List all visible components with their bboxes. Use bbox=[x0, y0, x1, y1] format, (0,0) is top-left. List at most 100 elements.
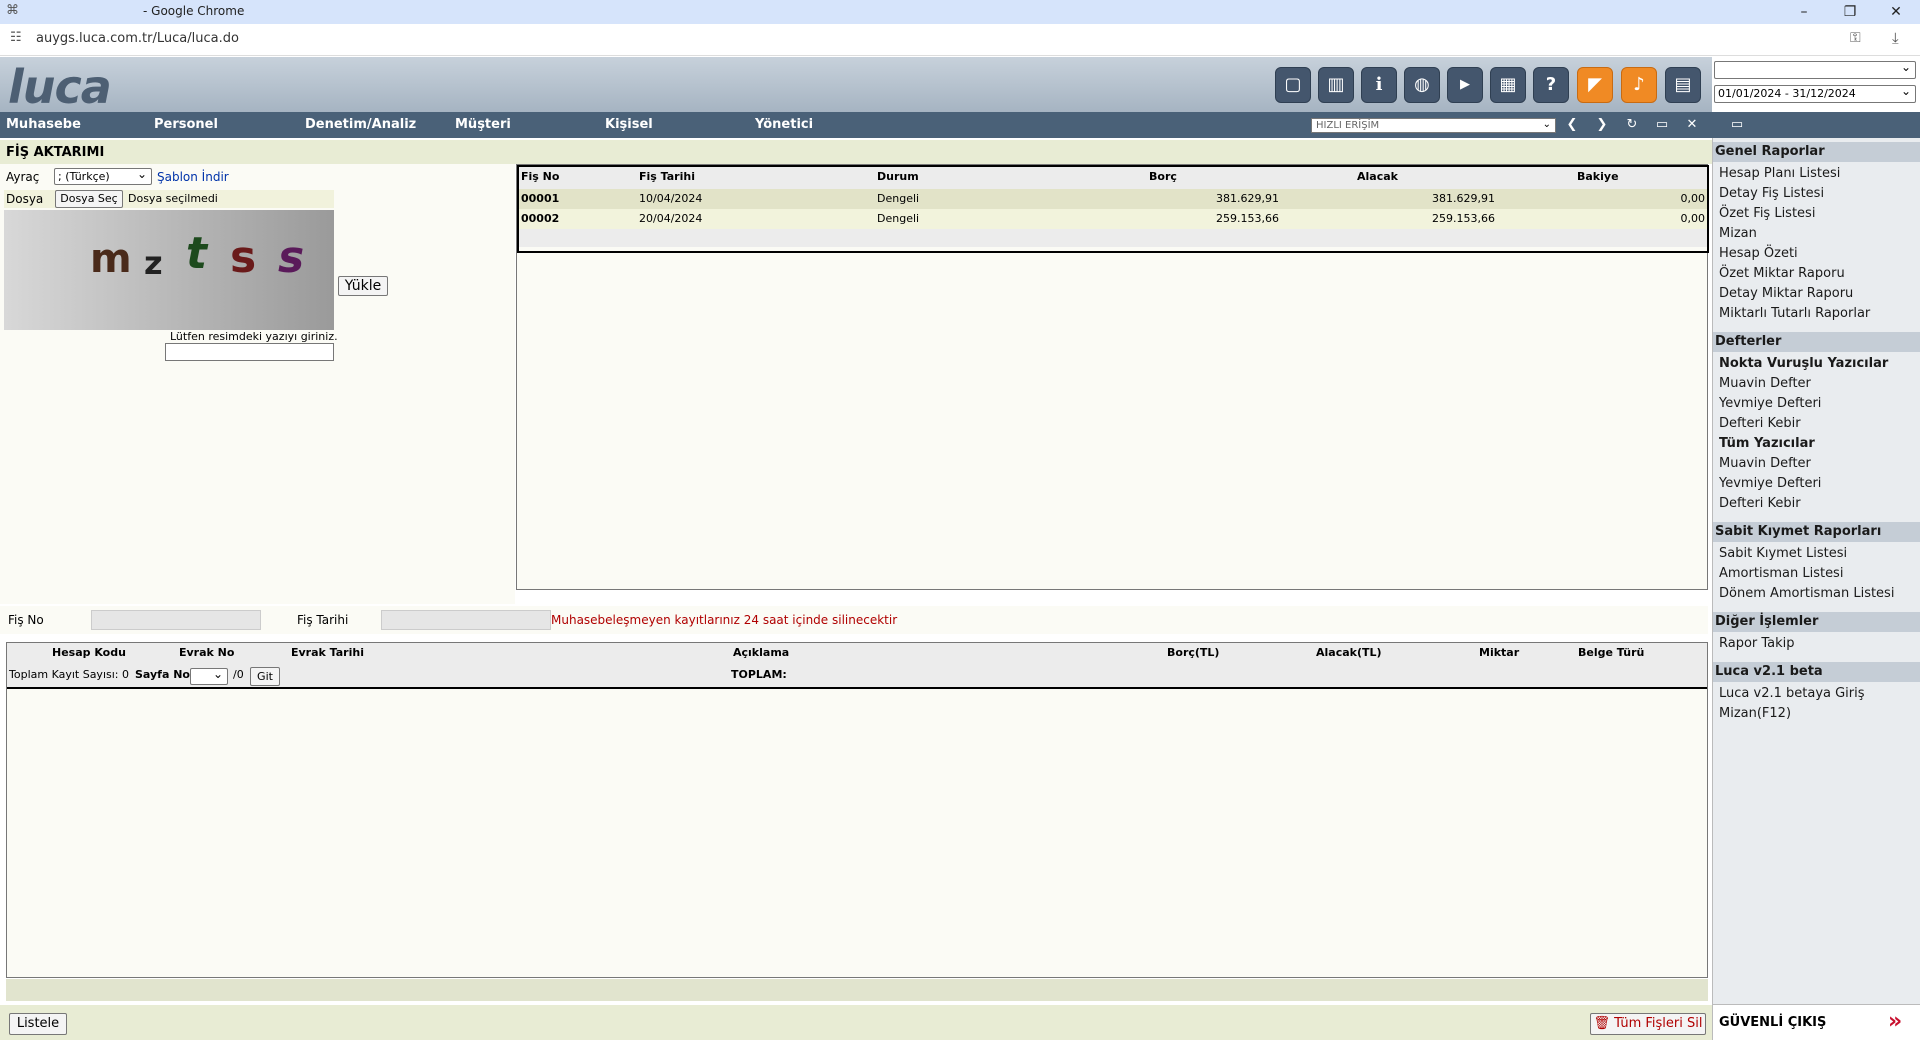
table-row[interactable]: 00002 20/04/2024 Dengeli 259.153,66 259.… bbox=[519, 209, 1707, 229]
col-fis-tarihi[interactable]: Fiş Tarihi bbox=[639, 167, 695, 187]
close-tab-icon[interactable]: ✕ bbox=[1682, 116, 1702, 134]
sidebar-item-tum-yazicilar: Tüm Yazıcılar bbox=[1719, 436, 1815, 451]
help-icon[interactable]: ? bbox=[1533, 67, 1569, 103]
restore-button[interactable]: ❐ bbox=[1830, 1, 1870, 23]
menu-personel[interactable]: Personel bbox=[154, 117, 218, 132]
sidebar-item-ozet-fis[interactable]: Özet Fiş Listesi bbox=[1719, 206, 1815, 221]
menu-kisisel[interactable]: Kişisel bbox=[605, 117, 653, 132]
col-durum[interactable]: Durum bbox=[877, 167, 919, 187]
sidebar-item-beta-giris[interactable]: Luca v2.1 betaya Giriş bbox=[1719, 686, 1865, 701]
col-borc[interactable]: Borç bbox=[1149, 167, 1177, 187]
quick-access-select[interactable]: HIZLI ERİŞİM ⌄ bbox=[1311, 118, 1556, 133]
notebook-icon[interactable]: ▤ bbox=[1665, 67, 1701, 103]
col-aciklama[interactable]: Açıklama bbox=[733, 643, 789, 663]
go-button[interactable]: Git bbox=[250, 667, 280, 686]
sidebar-item-muavin-defter[interactable]: Muavin Defter bbox=[1719, 456, 1811, 471]
period-select[interactable]: 01/01/2024 - 31/12/2024 bbox=[1714, 83, 1916, 103]
sidebar-item-donem-amortisman[interactable]: Dönem Amortisman Listesi bbox=[1719, 586, 1894, 601]
sidebar-item-hesap-plani[interactable]: Hesap Planı Listesi bbox=[1719, 166, 1840, 181]
forward-icon[interactable]: ❯ bbox=[1592, 116, 1612, 134]
sidebar-section-defterler: Defterler bbox=[1713, 332, 1920, 352]
fis-no-input[interactable] bbox=[91, 610, 261, 630]
col-belge-turu[interactable]: Belge Türü bbox=[1578, 643, 1644, 663]
sidebar-section-genel-raporlar: Genel Raporlar bbox=[1713, 142, 1920, 162]
detail-grid: Hesap Kodu Evrak No Evrak Tarihi Açıklam… bbox=[6, 642, 1708, 978]
sidebar-section-luca-beta: Luca v2.1 beta bbox=[1713, 662, 1920, 682]
download-icon[interactable]: ⤓ bbox=[1892, 29, 1899, 47]
sidebar-item-detay-miktar[interactable]: Detay Miktar Raporu bbox=[1719, 286, 1853, 301]
youtube-icon[interactable]: ▶ bbox=[1447, 67, 1483, 103]
password-key-icon[interactable]: ⚿ bbox=[1850, 30, 1861, 46]
close-window-button[interactable]: ✕ bbox=[1876, 1, 1916, 23]
sidebar-item-yevmiye-defteri[interactable]: Yevmiye Defteri bbox=[1719, 396, 1821, 411]
col-miktar[interactable]: Miktar bbox=[1479, 643, 1519, 663]
sidebar-item-defteri-kebir[interactable]: Defteri Kebir bbox=[1719, 496, 1801, 511]
sidebar-item-nokta-vuruslu: Nokta Vuruşlu Yazıcılar bbox=[1719, 356, 1889, 371]
calculator-icon[interactable]: ▦ bbox=[1490, 67, 1526, 103]
site-settings-icon[interactable]: ☷ bbox=[10, 30, 22, 45]
sidebar-item-detay-fis[interactable]: Detay Fiş Listesi bbox=[1719, 186, 1824, 201]
col-fis-no[interactable]: Fiş No bbox=[521, 167, 559, 187]
separator-select[interactable]: ; (Türkçe) bbox=[54, 166, 152, 185]
megaphone-icon[interactable]: ◤ bbox=[1577, 67, 1613, 103]
captcha-input[interactable] bbox=[165, 343, 334, 361]
col-alacak-tl[interactable]: Alacak(TL) bbox=[1316, 643, 1382, 663]
page-title: FİŞ AKTARIMI bbox=[6, 145, 105, 160]
company-select[interactable] bbox=[1714, 59, 1916, 79]
address-bar[interactable]: ☷ auygs.luca.com.tr/Luca/luca.do ⚿ ⤓ bbox=[0, 24, 1920, 56]
col-evrak-tarihi[interactable]: Evrak Tarihi bbox=[291, 643, 364, 663]
upload-button[interactable]: Yükle bbox=[338, 276, 388, 296]
menu-yonetici[interactable]: Yönetici bbox=[755, 117, 813, 132]
table-row[interactable]: 00001 10/04/2024 Dengeli 381.629,91 381.… bbox=[519, 189, 1707, 209]
cell-alacak: 259.153,66 bbox=[1432, 212, 1495, 225]
col-alacak[interactable]: Alacak bbox=[1357, 167, 1398, 187]
delete-all-button[interactable]: 🗑 Tüm Fişleri Sil bbox=[1590, 1013, 1706, 1035]
fis-tarihi-input[interactable] bbox=[381, 610, 551, 630]
globe-icon[interactable]: ◍ bbox=[1404, 67, 1440, 103]
sidebar-item-defteri-kebir[interactable]: Defteri Kebir bbox=[1719, 416, 1801, 431]
captcha-char: s bbox=[230, 232, 257, 283]
menu-musteri[interactable]: Müşteri bbox=[455, 117, 511, 132]
sidebar-item-miktarli-tutarli[interactable]: Miktarlı Tutarlı Raporlar bbox=[1719, 306, 1870, 321]
minimize-button[interactable]: – bbox=[1784, 1, 1824, 23]
voucher-grid-panel: Fiş No Fiş Tarihi Durum Borç Alacak Baki… bbox=[516, 164, 1709, 590]
sidebar-item-ozet-miktar[interactable]: Özet Miktar Raporu bbox=[1719, 266, 1845, 281]
quick-access-text: HIZLI ERİŞİM bbox=[1316, 120, 1380, 131]
logout-button[interactable]: GÜVENLİ ÇIKIŞ » bbox=[1713, 1004, 1920, 1040]
trash-icon: 🗑 bbox=[1593, 1016, 1611, 1031]
grid-footer bbox=[519, 229, 1707, 247]
sidebar-item-mizan[interactable]: Mizan bbox=[1719, 226, 1757, 241]
col-hesap-kodu[interactable]: Hesap Kodu bbox=[52, 643, 126, 663]
cell-durum: Dengeli bbox=[877, 192, 920, 205]
refresh-icon[interactable]: ↻ bbox=[1622, 116, 1642, 134]
sidebar-item-amortisman-listesi[interactable]: Amortisman Listesi bbox=[1719, 566, 1843, 581]
sidebar-item-sabit-kiymet-listesi[interactable]: Sabit Kıymet Listesi bbox=[1719, 546, 1847, 561]
back-icon[interactable]: ❮ bbox=[1562, 116, 1582, 134]
menu-muhasebe[interactable]: Muhasebe bbox=[6, 117, 81, 132]
sidebar-item-muavin-defter[interactable]: Muavin Defter bbox=[1719, 376, 1811, 391]
total-records: Toplam Kayıt Sayısı: 0 bbox=[9, 668, 129, 681]
note-icon[interactable]: ▢ bbox=[1275, 67, 1311, 103]
book-icon[interactable]: ▥ bbox=[1318, 67, 1354, 103]
window-icon[interactable]: ▭ bbox=[1722, 116, 1752, 134]
sidebar-item-mizan-f12[interactable]: Mizan(F12) bbox=[1719, 706, 1791, 721]
fis-tarihi-label: Fiş Tarihi bbox=[297, 613, 349, 627]
separator-label: Ayraç bbox=[6, 170, 40, 184]
list-button[interactable]: Listele bbox=[9, 1013, 67, 1035]
info-icon[interactable]: i bbox=[1361, 67, 1397, 103]
bell-icon[interactable]: ♪ bbox=[1621, 67, 1657, 103]
url-text[interactable]: auygs.luca.com.tr/Luca/luca.do bbox=[36, 31, 239, 46]
menu-denetim-analiz[interactable]: Denetim/Analiz bbox=[305, 117, 416, 132]
page-select[interactable] bbox=[190, 666, 228, 685]
sidebar-item-yevmiye-defteri[interactable]: Yevmiye Defteri bbox=[1719, 476, 1821, 491]
col-borc-tl[interactable]: Borç(TL) bbox=[1167, 643, 1219, 663]
col-bakiye[interactable]: Bakiye bbox=[1577, 167, 1619, 187]
sidebar-item-hesap-ozeti[interactable]: Hesap Özeti bbox=[1719, 246, 1798, 261]
page-label: Sayfa No: bbox=[135, 668, 195, 681]
browser-titlebar: ⌘ - Google Chrome – ❐ ✕ bbox=[0, 0, 1920, 24]
col-evrak-no[interactable]: Evrak No bbox=[179, 643, 234, 663]
sidebar-item-rapor-takip[interactable]: Rapor Takip bbox=[1719, 636, 1795, 651]
template-download-link[interactable]: Şablon İndir bbox=[157, 170, 229, 184]
choose-file-button[interactable]: Dosya Seç bbox=[55, 190, 123, 208]
maximize-icon[interactable]: ▭ bbox=[1652, 116, 1672, 134]
